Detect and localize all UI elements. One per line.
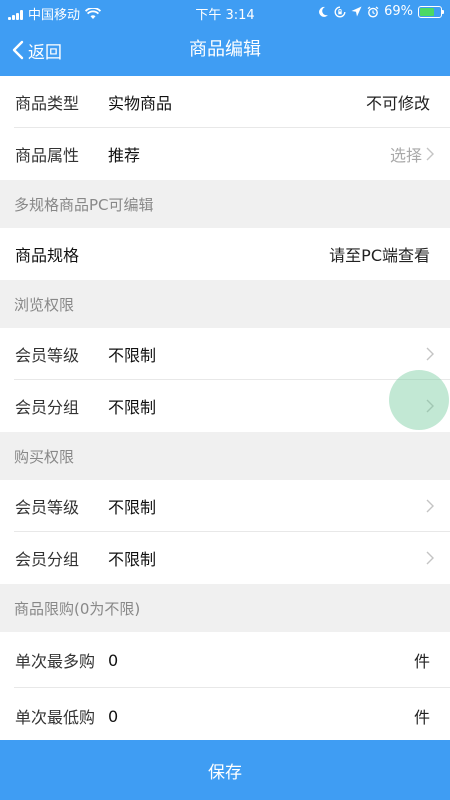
min-purchase-label: 单次最低购 xyxy=(15,708,96,727)
nav-bar: 返回 商品编辑 xyxy=(0,24,450,76)
product-type-value: 实物商品 xyxy=(108,94,173,113)
section-multi-spec: 多规格商品PC可编辑 xyxy=(0,180,450,228)
form-content: 商品类型 实物商品 不可修改 商品属性 推荐 选择 多规格商品PC可编辑 商品规… xyxy=(0,76,450,744)
product-attr-value: 推荐 xyxy=(108,146,141,165)
product-spec-note: 请至PC端查看 xyxy=(329,246,430,265)
purchase-group-value: 不限制 xyxy=(108,550,157,569)
browse-group-label: 会员分组 xyxy=(15,398,80,417)
purchase-level-label: 会员等级 xyxy=(15,498,80,517)
back-button[interactable]: 返回 xyxy=(12,24,62,76)
product-attr-row[interactable]: 商品属性 推荐 选择 xyxy=(0,128,450,180)
max-purchase-label: 单次最多购 xyxy=(15,652,96,671)
save-button[interactable]: 保存 xyxy=(0,740,450,800)
chevron-right-icon xyxy=(426,147,434,161)
section-purchase-permission: 购买权限 xyxy=(0,432,450,480)
browse-member-group-row[interactable]: 会员分组 不限制 xyxy=(0,380,450,432)
min-purchase-input[interactable]: 0 xyxy=(108,707,118,726)
page-title: 商品编辑 xyxy=(189,39,261,60)
battery-icon xyxy=(418,5,444,18)
min-purchase-unit: 件 xyxy=(413,708,430,727)
min-purchase-row[interactable]: 单次最低购 0 件 xyxy=(0,688,450,744)
chevron-right-icon[interactable] xyxy=(426,347,434,361)
battery-percent: 69% xyxy=(384,4,413,19)
product-type-label: 商品类型 xyxy=(15,94,80,113)
product-attr-select[interactable]: 选择 xyxy=(390,142,434,166)
back-chevron-icon xyxy=(12,40,24,60)
purchase-member-group-row[interactable]: 会员分组 不限制 xyxy=(0,532,450,584)
purchase-member-level-row[interactable]: 会员等级 不限制 xyxy=(0,480,450,532)
chevron-right-icon[interactable] xyxy=(426,551,434,565)
max-purchase-unit: 件 xyxy=(413,652,430,671)
section-purchase-limit: 商品限购(0为不限) xyxy=(0,584,450,632)
max-purchase-input[interactable]: 0 xyxy=(108,651,118,670)
purchase-group-label: 会员分组 xyxy=(15,550,80,569)
product-spec-row: 商品规格 请至PC端查看 xyxy=(0,228,450,280)
status-bar: 中国移动 下午 3:14 69% xyxy=(0,0,450,24)
chevron-right-icon[interactable] xyxy=(426,399,434,413)
moon-icon xyxy=(319,6,329,17)
browse-member-level-row[interactable]: 会员等级 不限制 xyxy=(0,328,450,380)
section-browse-permission: 浏览权限 xyxy=(0,280,450,328)
chevron-right-icon[interactable] xyxy=(426,499,434,513)
product-attr-label: 商品属性 xyxy=(15,146,80,165)
back-label: 返回 xyxy=(28,42,62,63)
max-purchase-row[interactable]: 单次最多购 0 件 xyxy=(0,632,450,688)
battery-level xyxy=(420,7,434,16)
orientation-lock-icon xyxy=(334,6,346,17)
product-spec-label: 商品规格 xyxy=(15,246,80,265)
browse-level-value: 不限制 xyxy=(108,346,157,365)
location-icon xyxy=(351,6,362,17)
product-type-row: 商品类型 实物商品 不可修改 xyxy=(0,76,450,128)
browse-group-value: 不限制 xyxy=(108,398,157,417)
browse-level-label: 会员等级 xyxy=(15,346,80,365)
purchase-level-value: 不限制 xyxy=(108,498,157,517)
product-type-note: 不可修改 xyxy=(365,94,430,113)
alarm-icon xyxy=(367,5,379,17)
select-label: 选择 xyxy=(389,146,422,165)
